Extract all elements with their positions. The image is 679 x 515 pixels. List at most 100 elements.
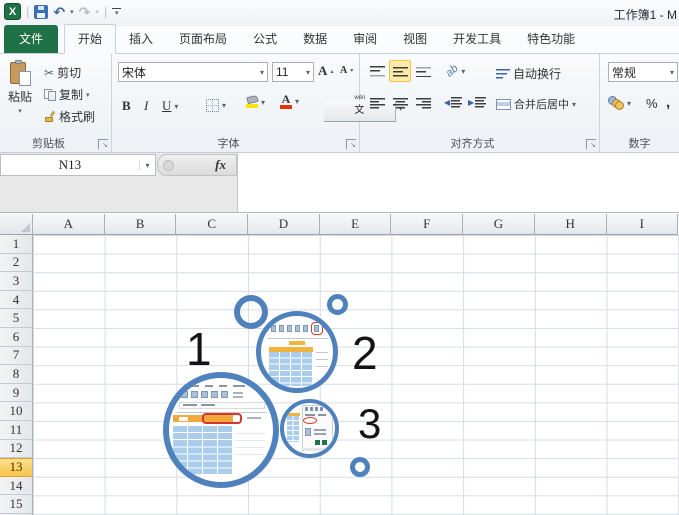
merge-center-button[interactable]: 合并后居中 ▾: [496, 96, 576, 112]
align-center-icon: [392, 97, 408, 109]
paste-button[interactable]: 粘贴 ▾: [8, 60, 32, 115]
tab-special-features[interactable]: 特色功能: [514, 25, 588, 53]
orientation-icon: ab: [443, 62, 461, 80]
decrease-indent-button[interactable]: ◀: [444, 97, 463, 108]
number-format-value: 常规: [612, 65, 637, 80]
align-right-icon: [415, 97, 431, 109]
mini-screenshot: [284, 403, 335, 454]
chevron-down-icon[interactable]: ▾: [295, 97, 299, 106]
step-3-bubble-screenshot: [280, 399, 339, 458]
shrink-font-icon: A: [340, 65, 348, 76]
alignment-dialog-launcher-icon[interactable]: ↘: [586, 139, 596, 149]
font-dialog-launcher-icon[interactable]: ↘: [346, 139, 356, 149]
font-color-button[interactable]: A ▾: [280, 93, 299, 109]
bold-button[interactable]: B: [122, 98, 131, 114]
excel-logo-icon[interactable]: X: [4, 3, 21, 20]
highlight-red-box: [311, 322, 323, 335]
italic-button[interactable]: I: [144, 98, 148, 114]
tab-review[interactable]: 审阅: [340, 25, 390, 53]
brush-icon: [44, 110, 56, 123]
align-left-button[interactable]: [366, 92, 388, 114]
clipboard-dialog-launcher-icon[interactable]: ↘: [98, 139, 108, 149]
align-center-button[interactable]: [389, 92, 411, 114]
grow-font-button[interactable]: A ▴: [318, 63, 333, 79]
alignment-group: ab ▾ 自动换行 ◀ ▶ 合并后居中 ▾ 对齐方式 ↘: [360, 54, 600, 152]
chevron-down-icon[interactable]: ▾: [261, 98, 265, 107]
tab-formulas[interactable]: 公式: [240, 25, 290, 53]
chevron-down-icon[interactable]: ▾: [572, 100, 576, 109]
chevron-down-icon[interactable]: ▾: [222, 101, 226, 110]
align-right-button[interactable]: [412, 92, 434, 114]
align-bottom-button[interactable]: [412, 60, 434, 82]
save-icon[interactable]: [34, 4, 49, 19]
undo-icon[interactable]: ↶: [53, 5, 65, 19]
bold-icon: B: [122, 98, 131, 113]
undo-dropdown-icon[interactable]: ▾: [70, 8, 74, 16]
wrap-text-button[interactable]: 自动换行: [496, 65, 561, 82]
chevron-down-icon[interactable]: ▾: [461, 67, 465, 76]
cut-label: 剪切: [57, 66, 82, 80]
fill-color-icon: [245, 94, 259, 108]
format-painter-button[interactable]: 格式刷: [44, 108, 95, 125]
comma-style-button[interactable]: ,: [666, 94, 670, 111]
chevron-down-icon[interactable]: ▾: [670, 68, 674, 77]
italic-icon: I: [144, 98, 149, 113]
font-group: 宋体 ▾ 11 ▾ A ▴ A ▾ B I U ▾ ▾ ▾ A ▾ wén 文 …: [112, 54, 403, 152]
merge-center-icon: [496, 98, 511, 110]
wrap-text-icon: [496, 68, 510, 79]
chevron-down-icon[interactable]: ▾: [174, 102, 178, 111]
worksheet-grid: A B C D E F G H I 1 2 3 4 5 6 7 8 9 10 1…: [0, 214, 679, 515]
align-middle-button[interactable]: [389, 60, 411, 82]
formula-bar: N13 ▾ fx: [0, 153, 679, 213]
insert-function-button[interactable]: fx: [215, 157, 226, 173]
font-color-icon: A: [280, 93, 292, 109]
tab-view[interactable]: 视图: [390, 25, 440, 53]
redo-dropdown-icon: ▾: [95, 8, 99, 16]
ribbon: 粘贴 ▾ ✂ 剪切 复制 ▾ 格式刷 剪贴板 ↘ 宋体 ▾ 11 ▾ A ▴ A…: [0, 54, 679, 153]
font-group-label: 字体: [217, 138, 240, 150]
window-title: 工作簿1 - M: [613, 8, 677, 22]
borders-button[interactable]: ▾: [206, 99, 226, 112]
percent-style-button[interactable]: %: [646, 96, 658, 111]
paste-dropdown-icon[interactable]: ▾: [18, 107, 22, 115]
copy-button[interactable]: 复制 ▾: [44, 86, 90, 103]
chevron-down-icon[interactable]: ▾: [306, 68, 310, 77]
cut-button[interactable]: ✂ 剪切: [44, 64, 81, 81]
comma-icon: ,: [666, 94, 671, 111]
insert-function-area: fx: [157, 154, 237, 176]
font-size-combo[interactable]: 11 ▾: [272, 62, 314, 82]
orientation-button[interactable]: ab ▾: [443, 62, 466, 80]
number-format-combo[interactable]: 常规 ▾: [608, 62, 678, 82]
align-middle-icon: [392, 65, 408, 77]
increase-indent-button[interactable]: ▶: [468, 97, 487, 108]
chevron-down-icon[interactable]: ▾: [627, 99, 631, 108]
tab-home[interactable]: 开始: [64, 24, 117, 54]
chevron-down-icon[interactable]: ▾: [260, 68, 264, 77]
clipboard-group: 粘贴 ▾ ✂ 剪切 复制 ▾ 格式刷 剪贴板 ↘: [0, 54, 112, 152]
tab-file[interactable]: 文件: [4, 25, 59, 53]
customize-qat-icon[interactable]: ▾: [112, 7, 122, 17]
step-1-bubble-screenshot: [163, 372, 279, 488]
tab-page-layout[interactable]: 页面布局: [166, 25, 240, 53]
align-top-button[interactable]: [366, 60, 388, 82]
font-name-combo[interactable]: 宋体 ▾: [118, 62, 268, 82]
tab-insert[interactable]: 插入: [116, 25, 166, 53]
underline-button[interactable]: U ▾: [162, 98, 178, 114]
number-group-label: 数字: [628, 138, 651, 150]
name-box[interactable]: N13 ▾: [0, 154, 156, 176]
tab-data[interactable]: 数据: [290, 25, 340, 53]
redo-icon[interactable]: ↷: [79, 5, 91, 19]
tutorial-picture-overlay[interactable]: 1 2 3: [0, 214, 679, 515]
tab-developer[interactable]: 开发工具: [440, 25, 514, 53]
shrink-font-button[interactable]: A ▾: [340, 65, 353, 76]
align-left-icon: [369, 97, 385, 109]
paste-icon: [9, 60, 31, 86]
format-painter-label: 格式刷: [59, 110, 96, 124]
fill-color-button[interactable]: ▾: [245, 94, 265, 108]
copy-dropdown-icon[interactable]: ▾: [86, 91, 90, 99]
paste-label: 粘贴: [8, 90, 33, 104]
formula-input[interactable]: [239, 153, 679, 212]
accounting-format-button[interactable]: ▾: [608, 96, 631, 110]
chevron-down-icon[interactable]: ▾: [139, 160, 155, 170]
underline-icon: U: [162, 98, 172, 113]
